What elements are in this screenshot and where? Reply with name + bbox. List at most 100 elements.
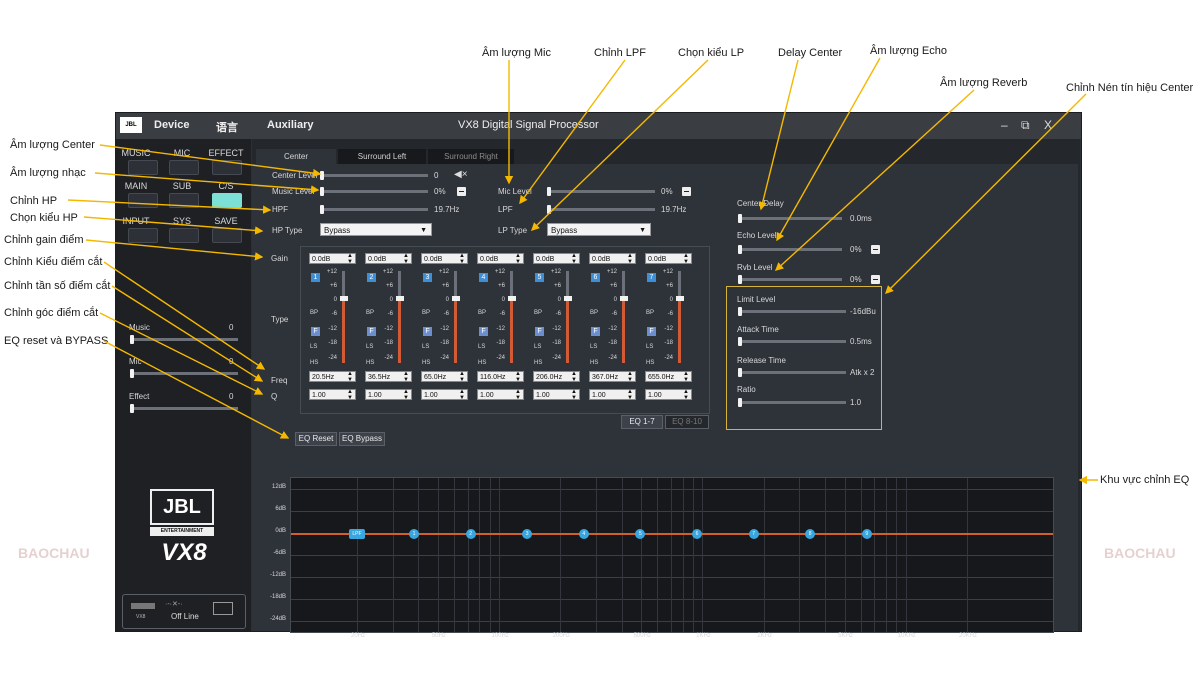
- eq-freq-input-3[interactable]: 65.0Hz ▲ ▼: [421, 371, 468, 383]
- eq-node-2[interactable]: 2: [465, 529, 476, 539]
- tab-center[interactable]: Center: [256, 149, 336, 164]
- mode-button-music[interactable]: [128, 160, 158, 175]
- eq-q-input-6[interactable]: 1.00 ▲ ▼: [589, 389, 636, 401]
- effect-slider-thumb[interactable]: [130, 404, 134, 413]
- eq-q-input-1[interactable]: 1.00 ▲ ▼: [309, 389, 356, 401]
- mic-level-mute-button[interactable]: [682, 187, 691, 196]
- tab-surround-left[interactable]: Surround Left: [338, 149, 426, 164]
- eq-channel-number-1[interactable]: 1: [311, 273, 320, 282]
- eq-channel-number-5[interactable]: 5: [535, 273, 544, 282]
- eq-type-bp-5[interactable]: BP: [534, 310, 542, 316]
- hpf-thumb[interactable]: [320, 205, 324, 214]
- eq-gain-fader-7[interactable]: [678, 299, 681, 363]
- eq-reset-button[interactable]: EQ Reset: [295, 432, 337, 446]
- attack-time-slider[interactable]: [738, 340, 846, 343]
- attack-time-thumb[interactable]: [738, 337, 742, 346]
- rvb-level-thumb[interactable]: [738, 275, 742, 284]
- eq-gain-input-7[interactable]: 0.0dB ▲ ▼: [645, 253, 692, 265]
- eq-channel-number-2[interactable]: 2: [367, 273, 376, 282]
- tab-surround-right[interactable]: Surround Right: [428, 149, 514, 164]
- menu-device[interactable]: Device: [154, 119, 189, 131]
- eq-gain-input-1[interactable]: 0.0dB ▲ ▼: [309, 253, 356, 265]
- ratio-thumb[interactable]: [738, 398, 742, 407]
- eq-fader-thumb-1[interactable]: [340, 296, 348, 301]
- eq-freq-input-4[interactable]: 116.0Hz ▲ ▼: [477, 371, 524, 383]
- release-time-thumb[interactable]: [738, 368, 742, 377]
- eq-type-bp-4[interactable]: BP: [478, 310, 486, 316]
- eq-type-ls-3[interactable]: LS: [422, 344, 429, 350]
- effect-slider[interactable]: [130, 407, 238, 410]
- eq-node-lpf[interactable]: LPF: [349, 529, 365, 539]
- eq-type-ls-4[interactable]: LS: [478, 344, 485, 350]
- eq-node-6[interactable]: 6: [692, 529, 702, 539]
- center-delay-slider[interactable]: [738, 217, 842, 220]
- music-level-slider[interactable]: [320, 190, 428, 193]
- menu-language[interactable]: 语言: [216, 119, 238, 135]
- minimize-button[interactable]: –: [1001, 118, 1008, 132]
- eq-type-ls-7[interactable]: LS: [646, 344, 653, 350]
- eq-type-f-6[interactable]: F: [591, 327, 600, 336]
- eq-type-f-4[interactable]: F: [479, 327, 488, 336]
- eq-fader-track-7[interactable]: [678, 271, 681, 299]
- eq-page-1-7[interactable]: EQ 1-7: [621, 415, 663, 429]
- restore-button[interactable]: ⧉: [1021, 118, 1030, 133]
- menu-auxiliary[interactable]: Auxiliary: [267, 119, 313, 131]
- eq-type-bp-1[interactable]: BP: [310, 310, 318, 316]
- eq-q-input-2[interactable]: 1.00 ▲ ▼: [365, 389, 412, 401]
- eq-type-hs-2[interactable]: HS: [366, 360, 374, 366]
- eq-q-input-3[interactable]: 1.00 ▲ ▼: [421, 389, 468, 401]
- center-delay-thumb[interactable]: [738, 214, 742, 223]
- eq-type-ls-1[interactable]: LS: [310, 344, 317, 350]
- eq-node-4[interactable]: 4: [578, 529, 589, 539]
- music-slider-thumb[interactable]: [130, 335, 134, 344]
- eq-q-input-7[interactable]: 1.00 ▲ ▼: [645, 389, 692, 401]
- eq-freq-input-5[interactable]: 206.0Hz ▲ ▼: [533, 371, 580, 383]
- center-level-slider[interactable]: [320, 174, 428, 177]
- release-time-slider[interactable]: [738, 371, 846, 374]
- eq-type-ls-6[interactable]: LS: [590, 344, 597, 350]
- eq-node-8[interactable]: 8: [805, 529, 816, 539]
- close-button[interactable]: X: [1044, 118, 1052, 132]
- mode-button-sub[interactable]: [169, 193, 199, 208]
- center-level-thumb[interactable]: [320, 171, 324, 180]
- rvb-level-slider[interactable]: [738, 278, 842, 281]
- eq-gain-fader-3[interactable]: [454, 299, 457, 363]
- eq-type-ls-5[interactable]: LS: [534, 344, 541, 350]
- eq-fader-thumb-5[interactable]: [564, 296, 572, 301]
- eq-graph[interactable]: LPF 1 2 3 4 5 6 7 8 9: [290, 477, 1054, 633]
- eq-freq-input-1[interactable]: 20.5Hz ▲ ▼: [309, 371, 356, 383]
- eq-gain-fader-4[interactable]: [510, 299, 513, 363]
- mic-slider-thumb[interactable]: [130, 369, 134, 378]
- eq-node-3[interactable]: 3: [522, 529, 533, 539]
- eq-channel-number-6[interactable]: 6: [591, 273, 600, 282]
- eq-fader-thumb-2[interactable]: [396, 296, 404, 301]
- eq-type-bp-6[interactable]: BP: [590, 310, 598, 316]
- mode-button-save[interactable]: [212, 228, 242, 243]
- mic-slider[interactable]: [130, 372, 238, 375]
- ratio-slider[interactable]: [738, 401, 846, 404]
- echo-level-slider[interactable]: [738, 248, 842, 251]
- eq-type-hs-3[interactable]: HS: [422, 360, 430, 366]
- eq-fader-track-6[interactable]: [622, 271, 625, 299]
- eq-type-f-3[interactable]: F: [423, 327, 432, 336]
- mode-button-cs[interactable]: [212, 193, 242, 208]
- eq-gain-input-5[interactable]: 0.0dB ▲ ▼: [533, 253, 580, 265]
- eq-type-hs-6[interactable]: HS: [590, 360, 598, 366]
- eq-gain-input-6[interactable]: 0.0dB ▲ ▼: [589, 253, 636, 265]
- eq-gain-fader-2[interactable]: [398, 299, 401, 363]
- mode-button-mic[interactable]: [169, 160, 199, 175]
- mode-button-main[interactable]: [128, 193, 158, 208]
- eq-gain-fader-5[interactable]: [566, 299, 569, 363]
- eq-node-9[interactable]: 9: [861, 529, 872, 539]
- echo-mute-button[interactable]: [871, 245, 880, 254]
- music-slider[interactable]: [130, 338, 238, 341]
- mode-button-sys[interactable]: [169, 228, 199, 243]
- eq-type-bp-7[interactable]: BP: [646, 310, 654, 316]
- lpf-slider[interactable]: [547, 208, 655, 211]
- eq-fader-track-1[interactable]: [342, 271, 345, 299]
- eq-bypass-button[interactable]: EQ Bypass: [339, 432, 385, 446]
- eq-type-f-1[interactable]: F: [311, 327, 320, 336]
- eq-freq-input-2[interactable]: 36.5Hz ▲ ▼: [365, 371, 412, 383]
- eq-type-hs-4[interactable]: HS: [478, 360, 486, 366]
- echo-level-thumb[interactable]: [738, 245, 742, 254]
